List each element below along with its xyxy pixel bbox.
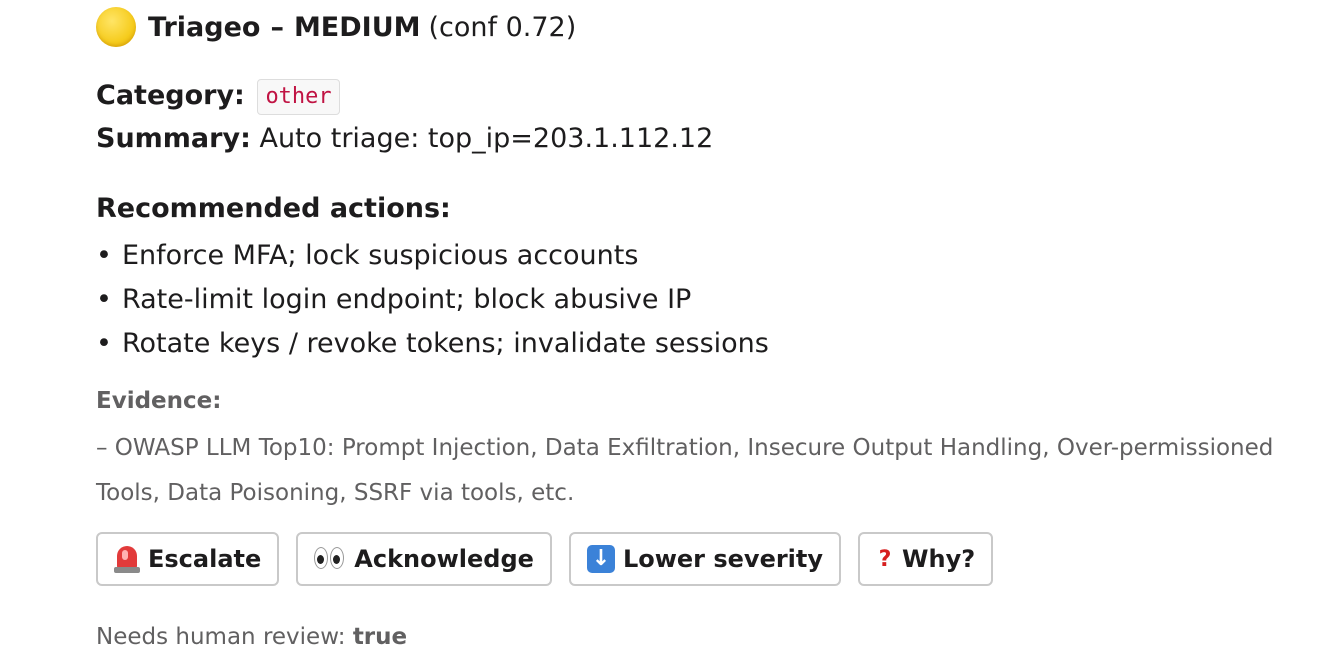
why-button[interactable]: ? Why?: [858, 532, 994, 586]
lower-severity-button[interactable]: ↓ Lower severity: [568, 532, 842, 586]
siren-icon: [114, 544, 140, 574]
action-buttons: Escalate Acknowledge ↓ Lower severity ? …: [96, 532, 994, 586]
action-text: Enforce MFA; lock suspicious accounts: [121, 240, 639, 271]
title-separator: –: [270, 11, 284, 43]
recommended-actions-heading: Recommended actions:: [96, 193, 451, 224]
app-name: Triageo: [148, 11, 261, 43]
human-review-value: true: [352, 624, 408, 650]
list-item: • Rotate keys / revoke tokens; invalidate…: [96, 322, 769, 366]
evidence-heading: Evidence:: [96, 388, 222, 414]
acknowledge-button[interactable]: Acknowledge: [296, 532, 552, 586]
list-item: • Enforce MFA; lock suspicious accounts: [96, 234, 769, 278]
human-review-label: Needs human review:: [96, 624, 346, 650]
category-row: Category: other: [96, 78, 340, 115]
category-value: other: [257, 78, 340, 115]
why-button-label: Why?: [902, 545, 976, 573]
recommended-actions-list: • Enforce MFA; lock suspicious accounts •…: [96, 234, 769, 366]
summary-row: Summary: Auto triage: top_ip=203.1.112.1…: [96, 121, 713, 157]
yellow-circle-icon: [96, 7, 136, 47]
action-text: Rotate keys / revoke tokens; invalidate …: [121, 328, 769, 359]
evidence-text: – OWASP LLM Top10: Prompt Injection, Dat…: [96, 435, 1274, 506]
action-text: Rate-limit login endpoint; block abusive…: [121, 284, 692, 315]
severity-level: MEDIUM: [293, 11, 421, 43]
message-title: Triageo – MEDIUM (conf 0.72): [96, 6, 576, 48]
eyes-icon: [314, 547, 346, 571]
summary-label: Summary:: [96, 123, 251, 154]
list-item: • Rate-limit login endpoint; block abusiv…: [96, 278, 769, 322]
summary-value: Auto triage: top_ip=203.1.112.12: [259, 123, 714, 154]
acknowledge-button-label: Acknowledge: [354, 545, 534, 573]
escalate-button-label: Escalate: [148, 545, 262, 573]
question-mark-icon: ?: [878, 546, 892, 572]
confidence-score: (conf 0.72): [428, 11, 577, 43]
lower-severity-button-label: Lower severity: [622, 545, 824, 573]
bullet: •: [96, 284, 112, 315]
escalate-button[interactable]: Escalate: [96, 532, 280, 586]
category-label: Category:: [96, 80, 245, 111]
bullet: •: [96, 240, 112, 271]
down-arrow-icon: ↓: [586, 545, 615, 573]
human-review-status: Needs human review: true: [96, 620, 407, 654]
bullet: •: [96, 328, 112, 359]
